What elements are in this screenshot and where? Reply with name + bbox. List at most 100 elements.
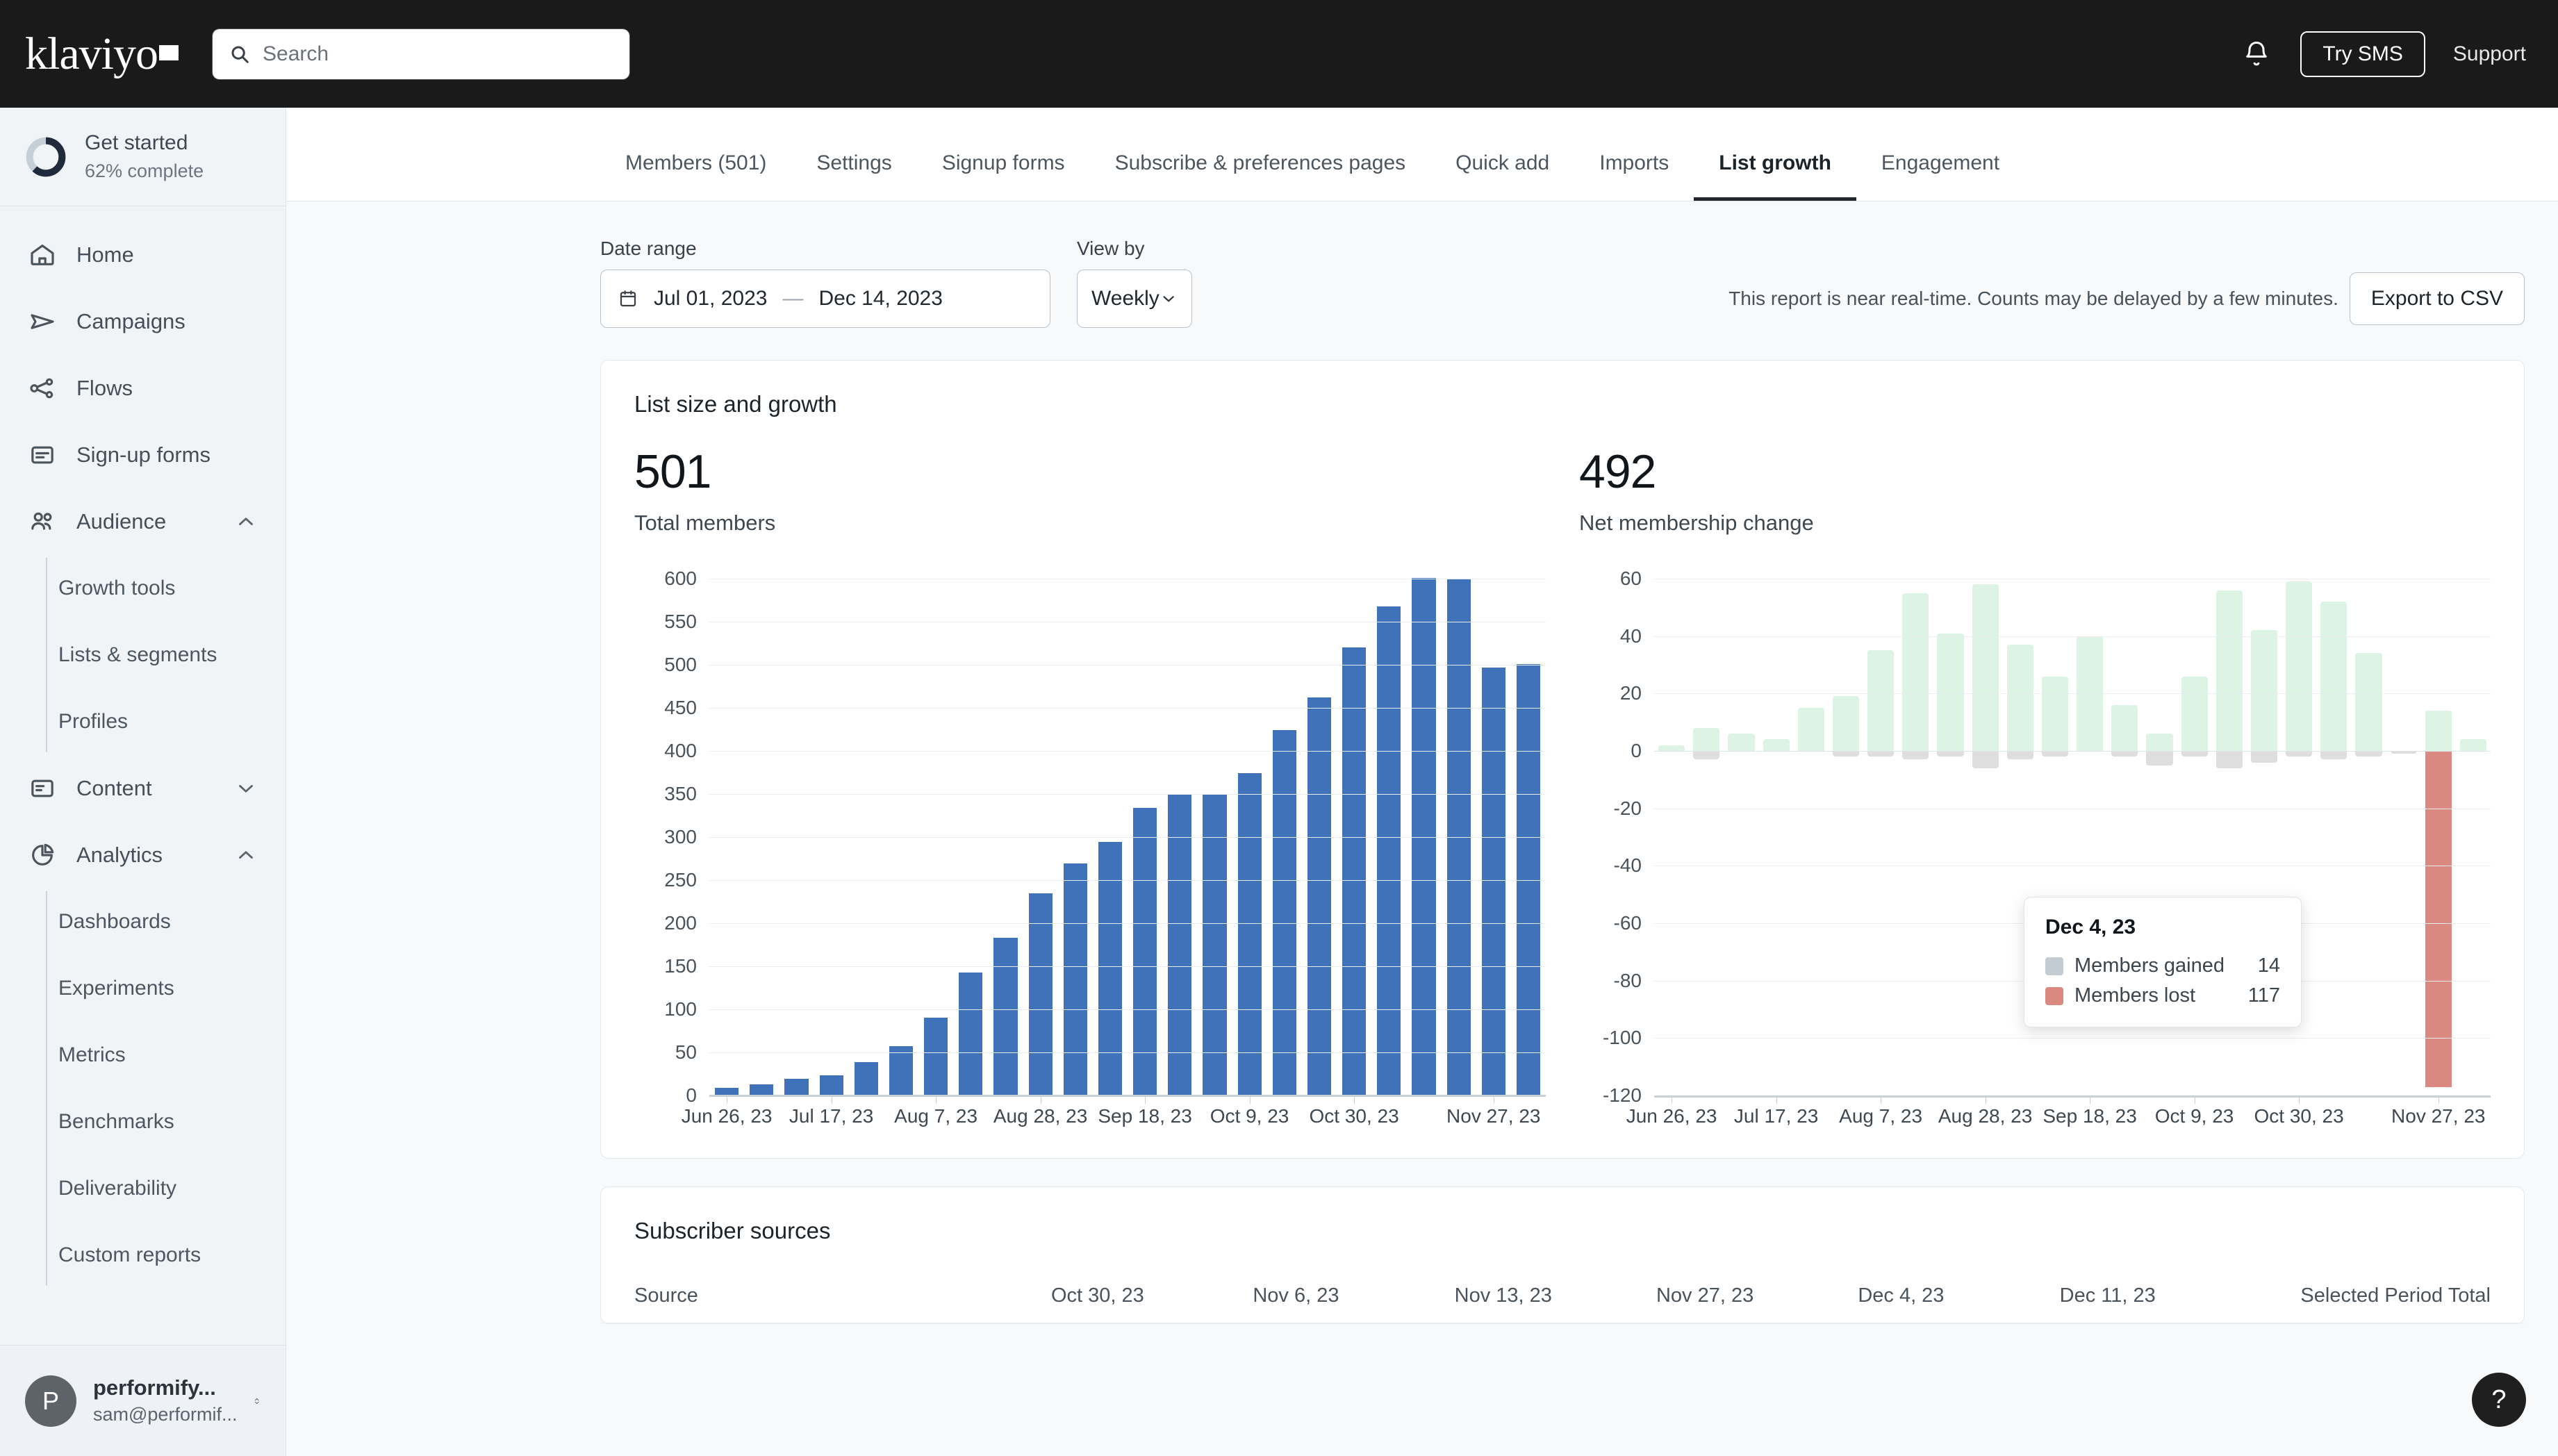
bar-members-gained[interactable] [1693,727,1720,751]
sidebar-item-dashboards[interactable]: Dashboards [58,888,286,955]
sidebar-item-deliverability[interactable]: Deliverability [58,1155,286,1222]
bar-slot[interactable] [2351,579,2386,1095]
bar[interactable] [924,1018,948,1095]
bar[interactable] [1307,697,1332,1095]
sidebar-item-content[interactable]: Content [0,755,286,822]
bar[interactable] [750,1084,774,1095]
bar-members-gained[interactable] [1902,593,1929,751]
bar-slot[interactable] [1968,579,2003,1095]
bar[interactable] [1063,863,1087,1095]
sidebar-item-signup-forms[interactable]: Sign-up forms [0,422,286,488]
bar-members-gained[interactable] [1867,650,1895,751]
bar-members-gained[interactable] [2459,739,2487,751]
try-sms-button[interactable]: Try SMS [2300,31,2425,77]
bar-slot[interactable] [1794,579,1829,1095]
bar-members-lost[interactable] [2320,751,2347,760]
bar-members-gained[interactable] [2250,630,2278,751]
sidebar-item-audience[interactable]: Audience [0,488,286,555]
net-change-chart[interactable]: -120 -100 -80 -60 -40 -20 0 20 40 60 Jun 26, 23 Ju… [1579,568,2491,1134]
chevron-up-icon[interactable] [234,510,258,533]
bar-members-gained[interactable] [1728,734,1755,751]
bar-members-gained[interactable] [2425,711,2452,751]
bar-members-lost[interactable] [1693,751,1720,760]
bar-members-gained[interactable] [1972,584,1999,751]
bar-members-gained[interactable] [1763,739,1790,751]
bar-members-gained[interactable] [1658,745,1685,751]
view-by-select[interactable]: Weekly [1077,270,1192,328]
bar[interactable] [784,1079,809,1095]
bar-members-lost[interactable] [1937,751,1964,757]
export-to-csv-button[interactable]: Export to CSV [2349,272,2525,325]
bar-members-gained[interactable] [2111,704,2138,751]
bar-members-lost[interactable] [2006,751,2033,760]
sidebar-item-benchmarks[interactable]: Benchmarks [58,1089,286,1155]
bar-members-gained[interactable] [2320,602,2347,751]
bar-members-lost[interactable] [2041,751,2069,757]
bar-members-gained[interactable] [1832,696,1860,751]
search-input[interactable]: Search [213,28,629,79]
sidebar-item-custom-reports[interactable]: Custom reports [58,1222,286,1289]
sidebar-item-metrics[interactable]: Metrics [58,1022,286,1089]
chevron-up-icon[interactable] [234,843,258,867]
get-started-panel[interactable]: Get started 62% complete [0,108,286,206]
bar-members-gained[interactable] [2355,653,2382,751]
bar-members-gained[interactable] [2146,734,2173,751]
bar-members-lost[interactable] [2146,751,2173,766]
bar-members-gained[interactable] [2006,645,2033,751]
bar-slot[interactable] [1759,579,1794,1095]
bar[interactable] [1481,667,1505,1095]
bar-slot[interactable] [2386,579,2421,1095]
sidebar-item-growth-tools[interactable]: Growth tools [58,555,286,622]
tab-settings[interactable]: Settings [791,153,916,201]
sidebar-item-lists-segments[interactable]: Lists & segments [58,622,286,688]
bar[interactable] [1342,647,1367,1095]
bar[interactable] [1168,795,1192,1095]
tab-subscribe-preferences[interactable]: Subscribe & preferences pages [1090,153,1431,201]
bar[interactable] [854,1061,878,1095]
chevron-down-icon[interactable] [234,777,258,800]
bar[interactable] [819,1075,843,1095]
bar[interactable] [959,972,983,1095]
bar-slot[interactable] [1898,579,1933,1095]
bar-slot[interactable] [2316,579,2351,1095]
tab-quick-add[interactable]: Quick add [1430,153,1574,201]
klaviyo-logo[interactable]: klaviyo [25,31,185,76]
bar[interactable] [993,938,1018,1095]
sidebar-item-campaigns[interactable]: Campaigns [0,288,286,355]
tab-imports[interactable]: Imports [1574,153,1694,201]
sidebar-item-analytics[interactable]: Analytics [0,822,286,888]
bar-members-gained[interactable] [2181,676,2208,751]
date-range-input[interactable]: Jul 01, 2023 — Dec 14, 2023 [600,270,1050,328]
bar-members-lost[interactable] [2181,751,2208,757]
bar-members-gained[interactable] [1797,708,1824,751]
sidebar-item-flows[interactable]: Flows [0,355,286,422]
notifications-button[interactable] [2241,38,2272,70]
bar-members-lost[interactable] [1972,751,1999,768]
bar-members-gained[interactable] [2215,590,2243,751]
tab-signup-forms[interactable]: Signup forms [917,153,1090,201]
support-link[interactable]: Support [2453,42,2526,66]
bar-members-gained[interactable] [2286,581,2313,751]
sidebar-item-experiments[interactable]: Experiments [58,955,286,1022]
bar-slot[interactable] [2421,579,2456,1095]
bar-slot[interactable] [2456,579,2491,1095]
bar-slot[interactable] [1654,579,1689,1095]
total-members-chart[interactable]: 0 50 100 150 200 250 300 350 400 450 500 550 600 Jun… [634,568,1546,1134]
bar-members-lost[interactable] [2215,751,2243,768]
bar-members-lost[interactable] [2425,751,2452,1087]
bar-members-lost[interactable] [2355,751,2382,757]
account-switcher[interactable]: P performify... sam@performif... [0,1345,286,1456]
tab-list-growth[interactable]: List growth [1694,153,1856,201]
bar-slot[interactable] [1829,579,1863,1095]
bar-members-lost[interactable] [2286,751,2313,757]
bar-slot[interactable] [1689,579,1724,1095]
bar[interactable] [889,1046,914,1095]
bar-slot[interactable] [1933,579,1967,1095]
bar-members-lost[interactable] [2111,751,2138,757]
bar-members-lost[interactable] [1902,751,1929,760]
bar-slot[interactable] [1863,579,1898,1095]
chevron-up-down-icon[interactable] [254,1385,261,1417]
bar-members-lost[interactable] [2250,751,2278,763]
bar[interactable] [1377,606,1401,1095]
bar-members-gained[interactable] [2041,676,2069,751]
